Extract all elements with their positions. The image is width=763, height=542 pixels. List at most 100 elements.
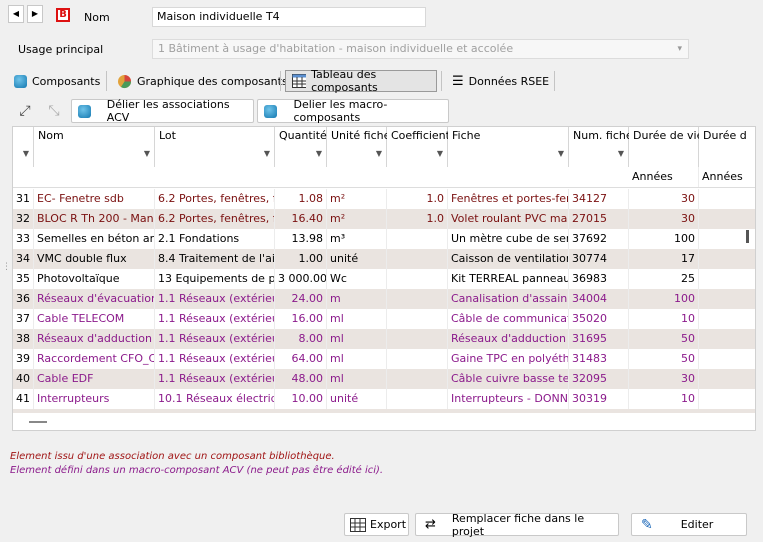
table-row[interactable]: 32BLOC R Th 200 - Manoeu6.2 Portes, fenê… (13, 209, 755, 229)
header-duree-2[interactable]: Durée d (699, 127, 755, 167)
header-quantite[interactable]: Quantité ▼ (275, 127, 327, 167)
cell-lot: 6.2 Portes, fenêtres, fer (155, 189, 275, 209)
app-logo: B (56, 8, 70, 22)
next-record-button[interactable]: ▶ (27, 5, 43, 23)
units-row: Années Années (13, 167, 755, 188)
list-icon: ☰ (452, 73, 464, 89)
cell-num: 30774 (569, 249, 629, 269)
tab-divider (441, 71, 442, 91)
delier-acv-button[interactable]: Délier les associations ACV (71, 98, 254, 124)
tab-label: Composants (32, 74, 101, 88)
cell-duree: 50 (629, 329, 699, 349)
editer-button[interactable]: ✎ Editer (631, 513, 747, 536)
header-lot[interactable]: Lot ▼ (155, 127, 275, 167)
chevron-down-icon: ▾ (677, 44, 682, 54)
cell-lot: 13 Equipements de prod (155, 269, 275, 289)
cell-qte: 3 000.00 (275, 269, 327, 289)
splitter-handle[interactable]: ⋮ (2, 262, 11, 272)
table-row[interactable]: 35Photovoltaïque13 Equipements de prod3 … (13, 269, 755, 289)
cube-icon (78, 104, 91, 118)
header-nom[interactable]: Nom ▼ (34, 127, 155, 167)
table-row[interactable]: 40Cable EDF1.1 Réseaux (extérieurs48.00m… (13, 369, 755, 389)
units-cell: Années (629, 167, 699, 187)
cell-fiche: Réseaux d'adduction d'e (448, 329, 569, 349)
cell-coef (387, 249, 448, 269)
usage-value: 1 Bâtiment à usage d'habitation - maison… (158, 42, 514, 55)
cell-duree: 50 (629, 349, 699, 369)
table-row[interactable]: 38Réseaux d'adduction d'e1.1 Réseaux (ex… (13, 329, 755, 349)
remplacer-fiche-button[interactable]: ⇄ Remplacer fiche dans le projet (415, 512, 619, 538)
cell-e (699, 349, 755, 369)
table-row[interactable]: 37Cable TELECOM1.1 Réseaux (extérieurs16… (13, 309, 755, 329)
cell-nom: EC- Fenetre sdb (34, 189, 155, 209)
header-duree[interactable]: Durée de vie (629, 127, 703, 167)
pie-chart-icon (118, 74, 132, 88)
cell-id: 40 (13, 369, 34, 389)
expand-icon[interactable]: ⤢ (16, 103, 34, 121)
cell-nom: Réseaux d'adduction d'e (34, 329, 155, 349)
cell-nom: Cable TELECOM (34, 309, 155, 329)
cell-e (699, 269, 755, 289)
table-row[interactable]: 33Semelles en béton armé2.1 Fondations13… (13, 229, 755, 249)
cell-num: 35020 (569, 309, 629, 329)
table-row[interactable]: 36Réseaux d'évacuation et1.1 Réseaux (ex… (13, 289, 755, 309)
tab-tableau[interactable]: Tableau des composants (285, 68, 437, 94)
horizontal-scrollbar[interactable] (29, 421, 47, 423)
cell-e (699, 189, 755, 209)
cell-coef: 1.0 (387, 189, 448, 209)
cell-num: 36983 (569, 269, 629, 289)
cell-unite: unité (327, 389, 387, 409)
cell-nom: Photovoltaïque (34, 269, 155, 289)
cell-nom: Réseaux d'évacuation et (34, 289, 155, 309)
vertical-scrollbar[interactable] (746, 230, 749, 243)
cell-unite: m³ (327, 229, 387, 249)
cell-lot: 1.1 Réseaux (extérieurs (155, 349, 275, 369)
delier-macro-button[interactable]: Delier les macro-composants (257, 98, 449, 124)
nom-input[interactable]: Maison individuelle T4 (152, 7, 426, 27)
cell-qte: 16.00 (275, 309, 327, 329)
button-label: Delier les macro-composants (293, 98, 388, 124)
tab-donnees-rsee[interactable]: ☰ Données RSEE (446, 70, 555, 92)
cell-num: 27015 (569, 209, 629, 229)
table-row[interactable]: 31 EC- Fenetre sdb 6.2 Portes, fenêtres, f… (13, 189, 755, 209)
export-button[interactable]: Export (344, 513, 409, 536)
table-row[interactable]: 39Raccordement CFO_CFA1.1 Réseaux (extér… (13, 349, 755, 369)
cell-coef (387, 389, 448, 409)
collapse-icon[interactable]: ⤡ (45, 103, 63, 121)
cell-unite: ml (327, 369, 387, 389)
cell-e (699, 249, 755, 269)
cell-num: 30319 (569, 389, 629, 409)
table-row[interactable]: 34VMC double flux8.4 Traitement de l'air… (13, 249, 755, 269)
tab-composants[interactable]: Composants (8, 70, 106, 92)
cell-id: 38 (13, 329, 34, 349)
tab-divider (554, 71, 555, 91)
brown-legend: Element issu d'une association avec un c… (10, 451, 335, 462)
usage-label: Usage principal (18, 43, 104, 56)
tab-graphique[interactable]: Graphique des composants (111, 70, 294, 92)
header-num-fiche[interactable]: Num. fiche ▼ (569, 127, 633, 167)
nom-label: Nom (84, 11, 110, 24)
cell-id: 35 (13, 269, 34, 289)
cell-id: 37 (13, 309, 34, 329)
header-fiche[interactable]: Fiche ▼ (448, 127, 569, 167)
cell-nom: Semelles en béton armé (34, 229, 155, 249)
table-icon (292, 74, 307, 88)
cell-lot: 6.2 Portes, fenêtres, fer (155, 209, 275, 229)
cell-num: 34127 (569, 189, 629, 209)
cell-lot: 1.1 Réseaux (extérieurs (155, 289, 275, 309)
header-id: ▼ (13, 127, 34, 167)
header-coefficient[interactable]: Coefficient ▼ (387, 127, 450, 167)
table-row[interactable]: 41Interrupteurs10.1 Réseaux électrique10… (13, 389, 755, 409)
button-label: Export (370, 518, 407, 531)
cell-qte: 64.00 (275, 349, 327, 369)
cell-fiche: Interrupteurs - DONNEE (448, 389, 569, 409)
header-unite[interactable]: Unité fiche ▼ (327, 127, 390, 167)
cell-e (699, 289, 755, 309)
prev-record-button[interactable]: ◀ (8, 5, 24, 23)
cube-icon (264, 104, 277, 118)
cell-coef (387, 229, 448, 249)
cell-coef: 1.0 (387, 209, 448, 229)
cell-e (699, 389, 755, 409)
cell-fiche: Gaine TPC en polyéthylè (448, 349, 569, 369)
cell-fiche: Câble cuivre basse tensi (448, 369, 569, 389)
